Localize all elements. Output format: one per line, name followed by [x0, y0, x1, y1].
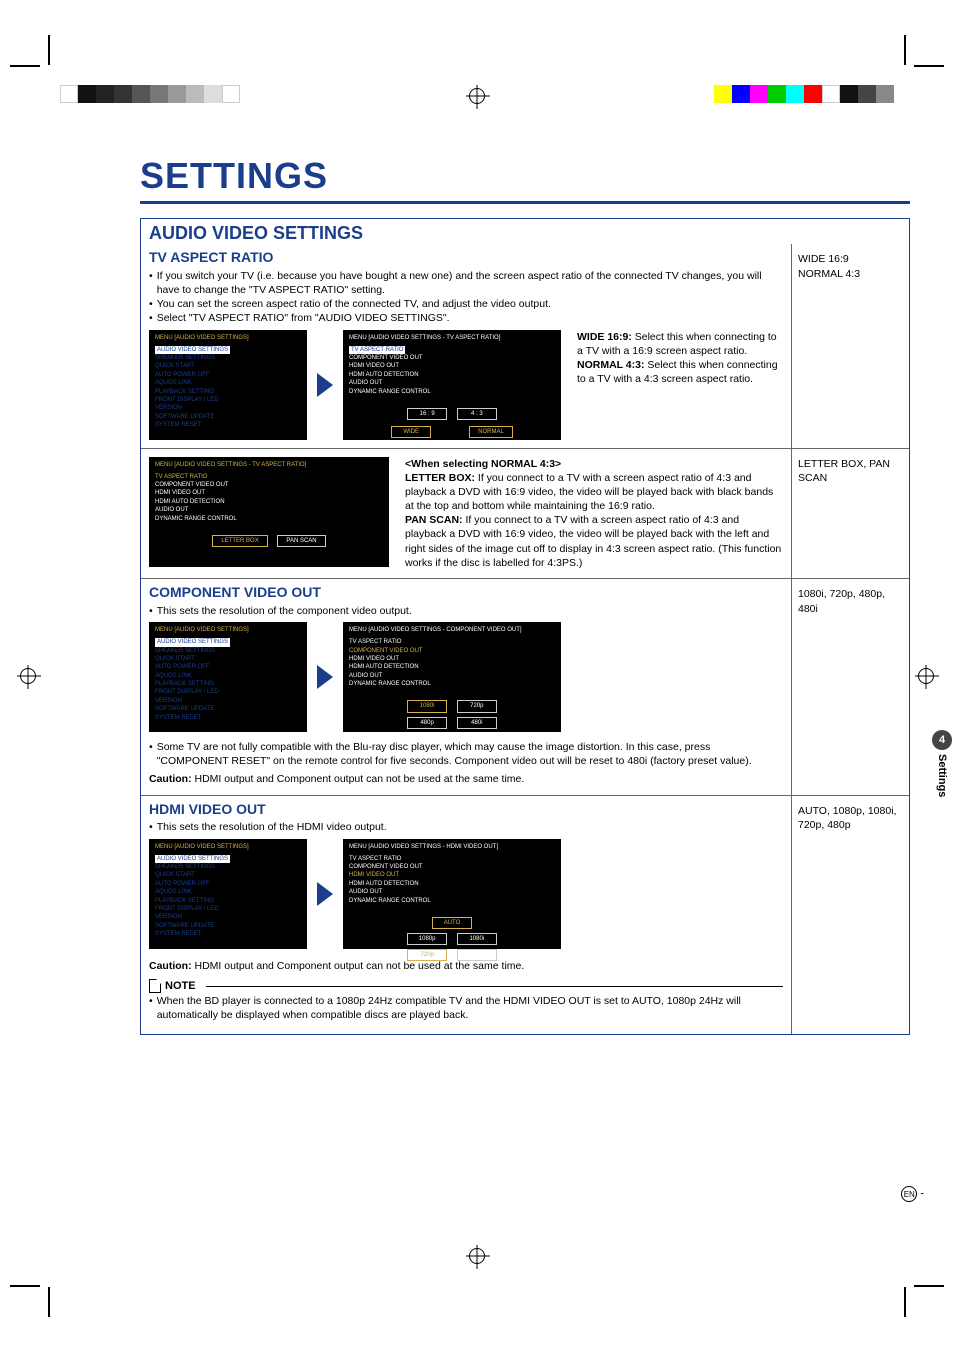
side-tab-number: 4 [932, 730, 952, 750]
btn-letterbox[interactable]: LETTER BOX [212, 535, 267, 547]
tv-aspect-43-options: LETTER BOX, PAN SCAN [791, 449, 909, 578]
btn-panscan[interactable]: PAN SCAN [277, 535, 325, 547]
btn-720p-h[interactable]: 720p [407, 949, 447, 961]
side-tab: 4 Settings [932, 730, 952, 797]
menu-component-out: MENU [AUDIO VIDEO SETTINGS - COMPONENT V… [343, 622, 561, 732]
tv-aspect-bullets: If you switch your TV (i.e. because you … [149, 269, 783, 326]
tv-aspect-heading: TV ASPECT RATIO [149, 248, 783, 267]
menu-audio-video-settings-3: MENU [AUDIO VIDEO SETTINGS] AUDIO VIDEO … [149, 839, 307, 949]
btn-480p-h[interactable]: 480p [457, 949, 497, 961]
page-title: SETTINGS [140, 155, 910, 197]
side-tab-label: Settings [936, 754, 948, 797]
section-header: AUDIO VIDEO SETTINGS [141, 219, 909, 244]
btn-16-9[interactable]: 16 : 9 [407, 408, 447, 420]
component-caution: Caution: HDMI output and Component outpu… [149, 772, 783, 786]
btn-auto[interactable]: AUTO [432, 917, 472, 929]
chevron-right-icon [317, 373, 333, 397]
tv-aspect-options: WIDE 16:9 NORMAL 4:3 [791, 244, 909, 448]
page-language-marker: EN - [901, 1186, 924, 1202]
label-normal: NORMAL [469, 426, 513, 438]
component-note: Some TV are not fully compatible with th… [149, 740, 783, 768]
hdmi-options: AUTO, 1080p, 1080i, 720p, 480p [791, 796, 909, 1034]
menu-hdmi-out: MENU [AUDIO VIDEO SETTINGS - HDMI VIDEO … [343, 839, 561, 949]
btn-1080p[interactable]: 1080p [407, 933, 447, 945]
component-bullet: This sets the resolution of the componen… [149, 604, 783, 618]
btn-1080i-h[interactable]: 1080i [457, 933, 497, 945]
menu-audio-video-settings-2: MENU [AUDIO VIDEO SETTINGS] AUDIO VIDEO … [149, 622, 307, 732]
tv-aspect-43-desc: <When selecting NORMAL 4:3> LETTER BOX: … [399, 457, 783, 570]
btn-4-3[interactable]: 4 : 3 [457, 408, 497, 420]
note-heading: NOTE [149, 979, 783, 994]
tv-aspect-desc: WIDE 16:9: Select this when connecting t… [571, 330, 783, 387]
component-heading: COMPONENT VIDEO OUT [149, 583, 783, 602]
title-rule [140, 201, 910, 204]
menu-tv-aspect-ratio-43: MENU [AUDIO VIDEO SETTINGS - TV ASPECT R… [149, 457, 389, 567]
note-icon [149, 979, 161, 993]
hdmi-bullet: This sets the resolution of the HDMI vid… [149, 820, 783, 834]
label-wide: WIDE [391, 426, 431, 438]
component-options: 1080i, 720p, 480p, 480i [791, 579, 909, 795]
hdmi-note: When the BD player is connected to a 108… [149, 994, 783, 1022]
btn-720p[interactable]: 720p [457, 700, 497, 712]
chevron-right-icon [317, 665, 333, 689]
menu-audio-video-settings: MENU [AUDIO VIDEO SETTINGS] AUDIO VIDEO … [149, 330, 307, 440]
btn-480i[interactable]: 480i [457, 717, 497, 729]
btn-1080i[interactable]: 1080i [407, 700, 447, 712]
btn-480p[interactable]: 480p [407, 717, 447, 729]
chevron-right-icon [317, 882, 333, 906]
menu-tv-aspect-ratio: MENU [AUDIO VIDEO SETTINGS - TV ASPECT R… [343, 330, 561, 440]
hdmi-heading: HDMI VIDEO OUT [149, 800, 783, 819]
